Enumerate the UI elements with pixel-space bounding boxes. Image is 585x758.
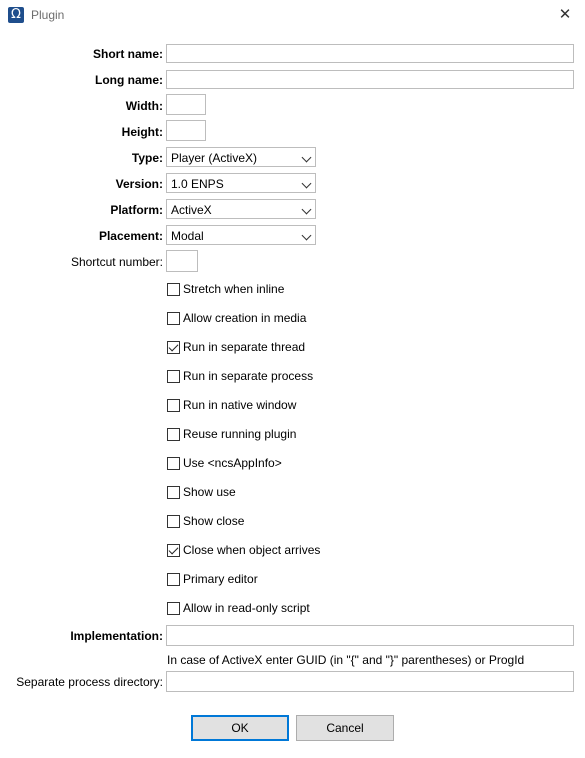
- checkbox-box[interactable]: [167, 544, 180, 557]
- ok-button[interactable]: OK: [191, 715, 289, 741]
- checkbox-box[interactable]: [167, 428, 180, 441]
- separate-process-directory-field[interactable]: [166, 671, 574, 692]
- checkbox-box[interactable]: [167, 486, 180, 499]
- checkbox-label: Stretch when inline: [183, 282, 285, 296]
- checkbox-box[interactable]: [167, 515, 180, 528]
- window-title: Plugin: [31, 8, 65, 22]
- checkbox-box[interactable]: [167, 602, 180, 615]
- checkmark-icon: [168, 544, 179, 555]
- platform-value: ActiveX: [171, 203, 212, 217]
- title-bar: Ω Plugin ✕: [0, 0, 585, 30]
- omega-icon: Ω: [8, 7, 24, 23]
- width-field[interactable]: [166, 94, 206, 115]
- checkmark-icon: [168, 341, 179, 352]
- chevron-down-icon: [301, 178, 312, 189]
- version-select[interactable]: 1.0 ENPS: [166, 173, 316, 193]
- placement-select[interactable]: Modal: [166, 225, 316, 245]
- type-value: Player (ActiveX): [171, 151, 258, 165]
- shortcut-number-label: Shortcut number:: [70, 255, 163, 269]
- type-label: Type:: [131, 151, 163, 165]
- checkbox-label: Run in separate process: [183, 369, 314, 383]
- version-value: 1.0 ENPS: [171, 177, 224, 191]
- plugin-form: Short name: Long name: Width: Height: Ty…: [0, 30, 585, 758]
- short-name-field[interactable]: [166, 44, 574, 63]
- height-field[interactable]: [166, 120, 206, 141]
- checkbox-box[interactable]: [167, 283, 180, 296]
- checkbox-label: Allow creation in media: [183, 311, 307, 325]
- checkbox-box[interactable]: [167, 312, 180, 325]
- checkbox-label: Allow in read-only script: [183, 601, 310, 615]
- platform-label: Platform:: [110, 203, 163, 217]
- placement-label: Placement:: [98, 229, 163, 243]
- close-icon[interactable]: ✕: [557, 6, 573, 22]
- checkbox-label: Run in separate thread: [183, 340, 306, 354]
- long-name-field[interactable]: [166, 70, 574, 89]
- checkbox-label: Use <ncsAppInfo>: [183, 456, 282, 470]
- implementation-field[interactable]: [166, 625, 574, 646]
- checkbox-box[interactable]: [167, 399, 180, 412]
- placement-value: Modal: [171, 229, 204, 243]
- checkbox-box[interactable]: [167, 573, 180, 586]
- implementation-hint: In case of ActiveX enter GUID (in "{" an…: [167, 653, 525, 667]
- checkbox-label: Primary editor: [183, 572, 258, 586]
- checkbox-box[interactable]: [167, 370, 180, 383]
- checkbox-label: Show use: [183, 485, 236, 499]
- implementation-label: Implementation:: [70, 629, 163, 643]
- long-name-label: Long name:: [95, 73, 163, 87]
- platform-select[interactable]: ActiveX: [166, 199, 316, 219]
- short-name-label: Short name:: [92, 47, 163, 61]
- checkbox-label: Reuse running plugin: [183, 427, 297, 441]
- checkbox-box[interactable]: [167, 341, 180, 354]
- chevron-down-icon: [301, 230, 312, 241]
- checkbox-label: Run in native window: [183, 398, 297, 412]
- chevron-down-icon: [301, 204, 312, 215]
- cancel-button[interactable]: Cancel: [296, 715, 394, 741]
- checkbox-box[interactable]: [167, 457, 180, 470]
- checkbox-label: Close when object arrives: [183, 543, 321, 557]
- separate-process-directory-label: Separate process directory:: [16, 675, 163, 689]
- checkbox-label: Show close: [183, 514, 245, 528]
- chevron-down-icon: [301, 152, 312, 163]
- width-label: Width:: [125, 99, 163, 113]
- shortcut-number-field[interactable]: [166, 250, 198, 272]
- height-label: Height:: [121, 125, 163, 139]
- type-select[interactable]: Player (ActiveX): [166, 147, 316, 167]
- version-label: Version:: [115, 177, 163, 191]
